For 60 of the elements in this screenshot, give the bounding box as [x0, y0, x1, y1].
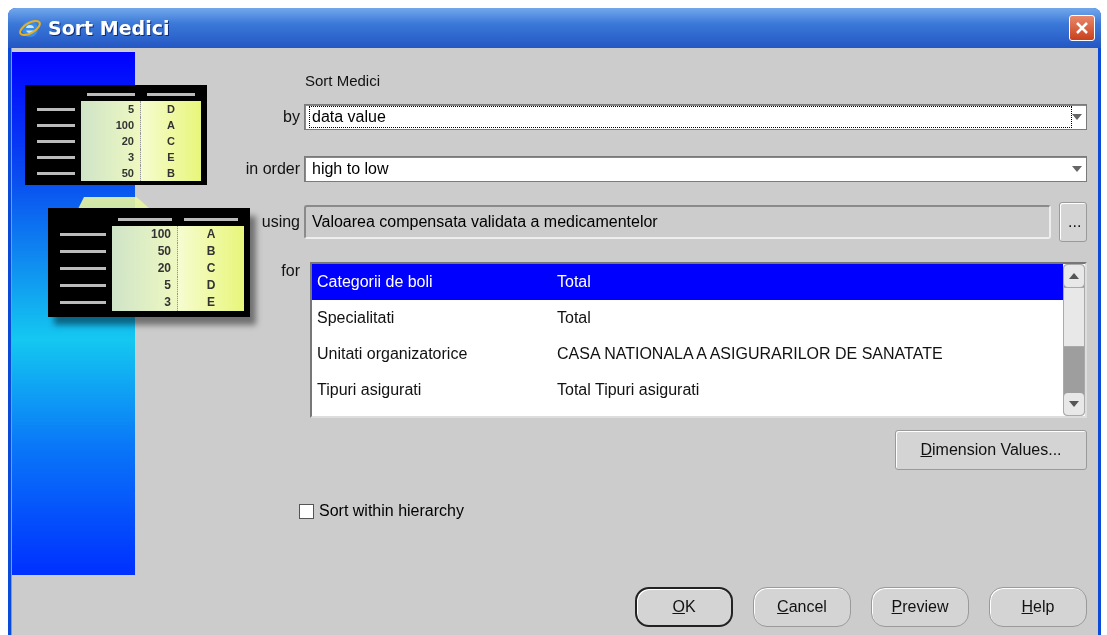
dimension-row[interactable]: Tipuri asigurati Total Tipuri asigurati [312, 372, 1063, 408]
sample-value: 20 [81, 133, 141, 149]
sample-value: 100 [112, 226, 178, 243]
dimension-row[interactable]: Categorii de boli Total [312, 264, 1063, 300]
dropdown[interactable]: high to low [304, 156, 1087, 182]
field-label: in order [245, 160, 300, 178]
sample-value: 20 [112, 260, 178, 277]
dropdown-value: data value [309, 106, 1072, 128]
sample-letter: A [141, 117, 201, 133]
dimension-name: Tipuri asigurati [317, 381, 423, 399]
sample-value: 50 [81, 165, 141, 181]
field-label: for [281, 262, 300, 280]
scroll-up-icon[interactable] [1069, 273, 1079, 279]
scroll-down-icon[interactable] [1069, 401, 1079, 407]
sample-letter: D [178, 277, 244, 294]
dimension-value: Total Tipuri asigurati [557, 381, 701, 399]
measure-field[interactable]: Valoarea compensata validata a medicamentelor [304, 205, 1051, 239]
dimension-name: Categorii de boli [317, 273, 434, 291]
checkbox-label: Sort within hierarchy [319, 502, 464, 520]
dimension-value: CASA NATIONALA A ASIGURARILOR DE SANATATE [557, 345, 944, 363]
browse-button[interactable]: ... [1059, 202, 1087, 242]
window-title: Sort Medici [48, 17, 171, 39]
dialog-button[interactable]: Preview [871, 587, 969, 627]
dimension-value: Total [557, 309, 592, 327]
dropdown-value: high to low [311, 159, 390, 179]
scrollbar[interactable] [1063, 264, 1085, 416]
sample-letter: D [141, 101, 201, 117]
sample-letter: A [178, 226, 244, 243]
caret-icon [1072, 114, 1082, 120]
sample-letter: B [178, 243, 244, 260]
sample-letter: E [141, 149, 201, 165]
sample-letter: C [141, 133, 201, 149]
dialog-button[interactable]: Cancel [753, 587, 851, 627]
sample-letter: E [178, 294, 244, 311]
sample-value: 100 [81, 117, 141, 133]
dimension-row[interactable]: Unitati organizatorice CASA NATIONALA A ASIGURARILOR DE SANATATE [312, 336, 1063, 372]
dialog-button[interactable]: OK [635, 587, 733, 627]
sample-value: 5 [81, 101, 141, 117]
dialog-heading: Sort Medici [305, 72, 382, 91]
sample-value: 3 [112, 294, 178, 311]
field-label: by [283, 108, 300, 126]
dimension-list[interactable]: Categorii de boli Total Specialitati Total Unitati organizatorice CASA NATIONALA A ASIGURARILOR DE SANATATE Tipuri asigurati Total Tipuri asigurati [310, 262, 1087, 418]
close-icon [1075, 21, 1089, 35]
sample-value: 3 [81, 149, 141, 165]
sample-letter: C [178, 260, 244, 277]
caret-icon [1072, 166, 1082, 172]
dimension-name: Specialitati [317, 309, 396, 327]
dimension-values-button[interactable]: Dimension Values... [895, 430, 1087, 470]
field-label: using [261, 213, 300, 231]
dropdown[interactable]: data value [304, 104, 1087, 130]
checkbox[interactable] [299, 503, 314, 519]
sample-value: 5 [112, 277, 178, 294]
close-button[interactable] [1069, 15, 1095, 41]
dialog-button[interactable]: Help [989, 587, 1087, 627]
sample-value: 50 [112, 243, 178, 260]
sample-letter: B [141, 165, 201, 181]
dimension-name: Unitati organizatorice [317, 345, 469, 363]
dimension-value: Total [557, 273, 592, 291]
scroll-thumb[interactable] [1064, 287, 1084, 347]
dimension-row[interactable]: Specialitati Total [312, 300, 1063, 336]
